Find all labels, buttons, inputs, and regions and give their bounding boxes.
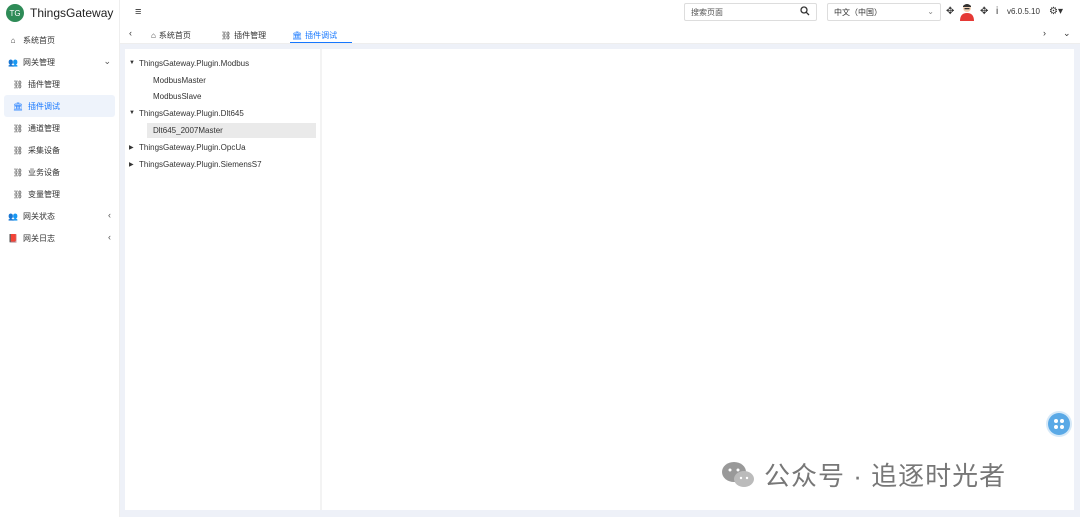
search-box[interactable] <box>684 3 817 21</box>
sidebar-item-label: 网关日志 <box>23 233 55 243</box>
chevron-left-icon: ‹ <box>108 232 111 242</box>
tab-scroll-left-icon[interactable]: ‹ <box>129 28 132 38</box>
watermark-text: 公众号 · 追逐时光者 <box>764 461 1007 491</box>
sidebar-item-variable-management[interactable]: ⛓ 变量管理 <box>0 183 119 205</box>
sidebar-menu: ⌂ 系统首页 👥 网关管理 ⌄ ⛓ 插件管理 🏛 插件调试 ⛓ 通道管理 ⛓ 采… <box>0 29 119 249</box>
sidebar-item-gateway-log[interactable]: 📕 网关日志 ‹ <box>0 227 119 249</box>
plugin-tree-panel: ▼ ThingsGateway.Plugin.Modbus ModbusMast… <box>125 49 322 510</box>
info-icon[interactable]: i <box>996 6 998 17</box>
caret-right-icon[interactable]: ▶ <box>129 144 139 151</box>
tree-node-label: ThingsGateway.Plugin.Dlt645 <box>139 108 244 118</box>
tree-leaf-modbusmaster[interactable]: ModbusMaster <box>153 73 206 87</box>
tree-node-label: ModbusMaster <box>153 75 206 85</box>
tree-leaf-modbusslave[interactable]: ModbusSlave <box>153 89 201 103</box>
users-icon: 👥 <box>8 211 18 221</box>
sidebar-item-channel-management[interactable]: ⛓ 通道管理 <box>0 117 119 139</box>
sidebar-item-plugin-management[interactable]: ⛓ 插件管理 <box>0 73 119 95</box>
tab-menu-chevron-down-icon[interactable]: ⌄ <box>1063 28 1071 39</box>
tab-label: 插件管理 <box>234 31 267 40</box>
sidebar: TG ThingsGateway ⌂ 系统首页 👥 网关管理 ⌄ ⛓ 插件管理 … <box>0 0 120 517</box>
nodes-icon: ⛓ <box>12 79 24 89</box>
app-logo[interactable]: TG ThingsGateway <box>0 0 119 26</box>
top-header: ≡ 中文（中国） ⌄ ✥ ✥ i v6.0.5.10 ⚙▾ <box>120 0 1080 26</box>
plugin-debug-panel <box>322 49 1074 510</box>
tab-plugin-management[interactable]: ⛓ 插件管理 <box>221 28 266 43</box>
tab-bar: ‹ ⌂ 系统首页 ⛓ 插件管理 🏛 插件调试 › ⌄ <box>120 26 1080 44</box>
chevron-left-icon: ‹ <box>108 210 111 220</box>
nodes-icon: ⛓ <box>12 167 24 177</box>
wechat-icon <box>722 461 754 487</box>
sidebar-item-home[interactable]: ⌂ 系统首页 <box>0 29 119 51</box>
home-icon: ⌂ <box>10 35 16 45</box>
logo-badge: TG <box>6 4 24 22</box>
sidebar-item-collect-device[interactable]: ⛓ 采集设备 <box>0 139 119 161</box>
tree-node-label: ModbusSlave <box>153 91 202 101</box>
tree-node-opcua[interactable]: ▶ ThingsGateway.Plugin.OpcUa <box>129 140 246 154</box>
search-input[interactable] <box>691 7 796 17</box>
sidebar-item-label: 网关管理 <box>23 57 55 67</box>
app-title: ThingsGateway <box>30 6 114 20</box>
book-icon: 📕 <box>8 233 18 243</box>
watermark: 公众号 · 追逐时光者 <box>720 456 1006 493</box>
nodes-icon: ⛓ <box>12 123 24 133</box>
sidebar-item-gateway-management[interactable]: 👥 网关管理 ⌄ <box>0 51 119 73</box>
sidebar-item-business-device[interactable]: ⛓ 业务设备 <box>0 161 119 183</box>
move-icon[interactable]: ✥ <box>980 6 988 17</box>
bank-icon: 🏛 <box>12 101 24 111</box>
gear-icon[interactable]: ⚙▾ <box>1049 6 1063 17</box>
avatar[interactable] <box>959 3 975 21</box>
apps-grid-icon <box>1054 419 1064 429</box>
language-select[interactable]: 中文（中国） ⌄ <box>827 3 941 21</box>
tree-node-label: ThingsGateway.Plugin.OpcUa <box>139 142 246 152</box>
tree-leaf-dlt645-2007master[interactable]: Dlt645_2007Master <box>147 123 316 138</box>
content-area: ▼ ThingsGateway.Plugin.Modbus ModbusMast… <box>120 44 1080 517</box>
sidebar-item-gateway-status[interactable]: 👥 网关状态 ‹ <box>0 205 119 227</box>
caret-down-icon[interactable]: ▼ <box>129 110 139 116</box>
tree-node-siemenss7[interactable]: ▶ ThingsGateway.Plugin.SiemensS7 <box>129 157 262 171</box>
sidebar-item-label: 系统首页 <box>23 35 55 45</box>
home-icon: ⌂ <box>151 31 156 40</box>
floating-apps-button[interactable] <box>1048 413 1070 435</box>
nodes-icon: ⛓ <box>221 31 232 40</box>
nodes-icon: ⛓ <box>12 145 24 155</box>
tab-label: 插件调试 <box>305 30 338 40</box>
search-icon[interactable] <box>800 6 810 19</box>
caret-right-icon[interactable]: ▶ <box>129 161 139 168</box>
sidebar-item-label: 网关状态 <box>23 211 55 221</box>
menu-toggle-icon[interactable]: ≡ <box>135 6 141 18</box>
tree-node-dlt645[interactable]: ▼ ThingsGateway.Plugin.Dlt645 <box>129 106 244 120</box>
nodes-icon: ⛓ <box>12 189 24 199</box>
tree-node-label: ThingsGateway.Plugin.SiemensS7 <box>139 159 262 169</box>
fullscreen-icon[interactable]: ✥ <box>946 6 954 17</box>
sidebar-item-label: 插件调试 <box>28 101 60 111</box>
tree-node-label: Dlt645_2007Master <box>153 126 223 135</box>
tab-scroll-right-icon[interactable]: › <box>1043 28 1046 38</box>
users-icon: 👥 <box>8 57 18 67</box>
sidebar-item-label: 通道管理 <box>28 123 60 133</box>
sidebar-item-label: 插件管理 <box>28 79 60 89</box>
sidebar-item-label: 变量管理 <box>28 189 60 199</box>
chevron-down-icon: ⌄ <box>103 56 111 66</box>
bank-icon: 🏛 <box>292 30 303 40</box>
sidebar-item-label: 采集设备 <box>28 145 60 155</box>
sidebar-item-label: 业务设备 <box>28 167 60 177</box>
chevron-down-icon: ⌄ <box>927 7 934 16</box>
caret-down-icon[interactable]: ▼ <box>129 60 139 66</box>
tab-home[interactable]: ⌂ 系统首页 <box>151 28 191 43</box>
tab-plugin-debug[interactable]: 🏛 插件调试 <box>290 28 352 43</box>
sidebar-item-plugin-debug[interactable]: 🏛 插件调试 <box>4 95 115 117</box>
tab-label: 系统首页 <box>158 31 191 40</box>
tree-node-label: ThingsGateway.Plugin.Modbus <box>139 58 250 68</box>
version-label: v6.0.5.10 <box>1007 7 1040 16</box>
tree-node-modbus[interactable]: ▼ ThingsGateway.Plugin.Modbus <box>129 56 249 70</box>
language-value: 中文（中国） <box>834 7 882 17</box>
